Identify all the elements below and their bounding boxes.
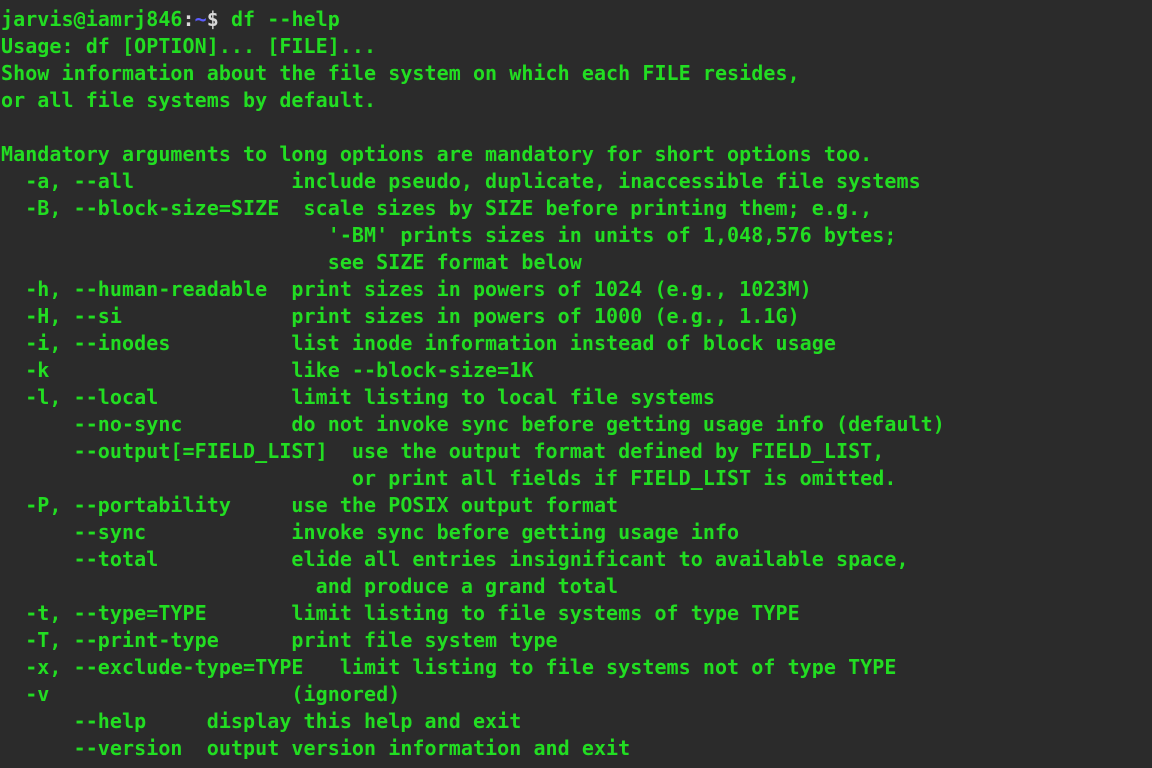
output-line: -h, --human-readable print sizes in powe… [1,277,812,301]
output-line: --no-sync do not invoke sync before gett… [1,412,945,436]
prompt-user-host: jarvis@iamrj846 [1,7,183,31]
prompt-colon: : [182,7,195,31]
output-line: -a, --all include pseudo, duplicate, ina… [1,169,921,193]
output-line: -k like --block-size=1K [1,358,534,382]
output-line: -B, --block-size=SIZE scale sizes by SIZ… [1,196,873,220]
output-line: Show information about the file system o… [1,61,800,85]
output-line: Usage: df [OPTION]... [FILE]... [1,34,377,58]
terminal-output: Usage: df [OPTION]... [FILE]... Show info… [0,33,1152,762]
output-line: --total elide all entries insignificant … [1,547,909,571]
output-line: or print all fields if FIELD_LIST is omi… [1,466,897,490]
output-line: -l, --local limit listing to local file … [1,385,715,409]
output-line: --help display this help and exit [1,709,522,733]
output-line: -x, --exclude-type=TYPE limit listing to… [1,655,897,679]
output-line: --version output version information and… [1,736,631,760]
prompt-sigil: $ [206,7,219,31]
output-line: -H, --si print sizes in powers of 1000 (… [1,304,800,328]
output-line: -i, --inodes list inode information inst… [1,331,836,355]
output-line: -v (ignored) [1,682,401,706]
output-line: or all file systems by default. [1,88,377,112]
prompt-line: jarvis@iamrj846:~$ df --help [0,6,1152,33]
output-line: -P, --portability use the POSIX output f… [1,493,619,517]
output-line: and produce a grand total [1,574,619,598]
prompt-command: df --help [218,7,340,31]
prompt-path: ~ [194,7,207,31]
output-line: --sync invoke sync before getting usage … [1,520,740,544]
output-line: '-BM' prints sizes in units of 1,048,576… [1,223,897,247]
output-line: see SIZE format below [1,250,582,274]
output-line: -T, --print-type print file system type [1,628,558,652]
output-line: -t, --type=TYPE limit listing to file sy… [1,601,800,625]
output-line: --output[=FIELD_LIST] use the output for… [1,439,885,463]
terminal-window[interactable]: jarvis@iamrj846:~$ df --help Usage: df [… [0,0,1152,768]
output-line: Mandatory arguments to long options are … [1,142,873,166]
